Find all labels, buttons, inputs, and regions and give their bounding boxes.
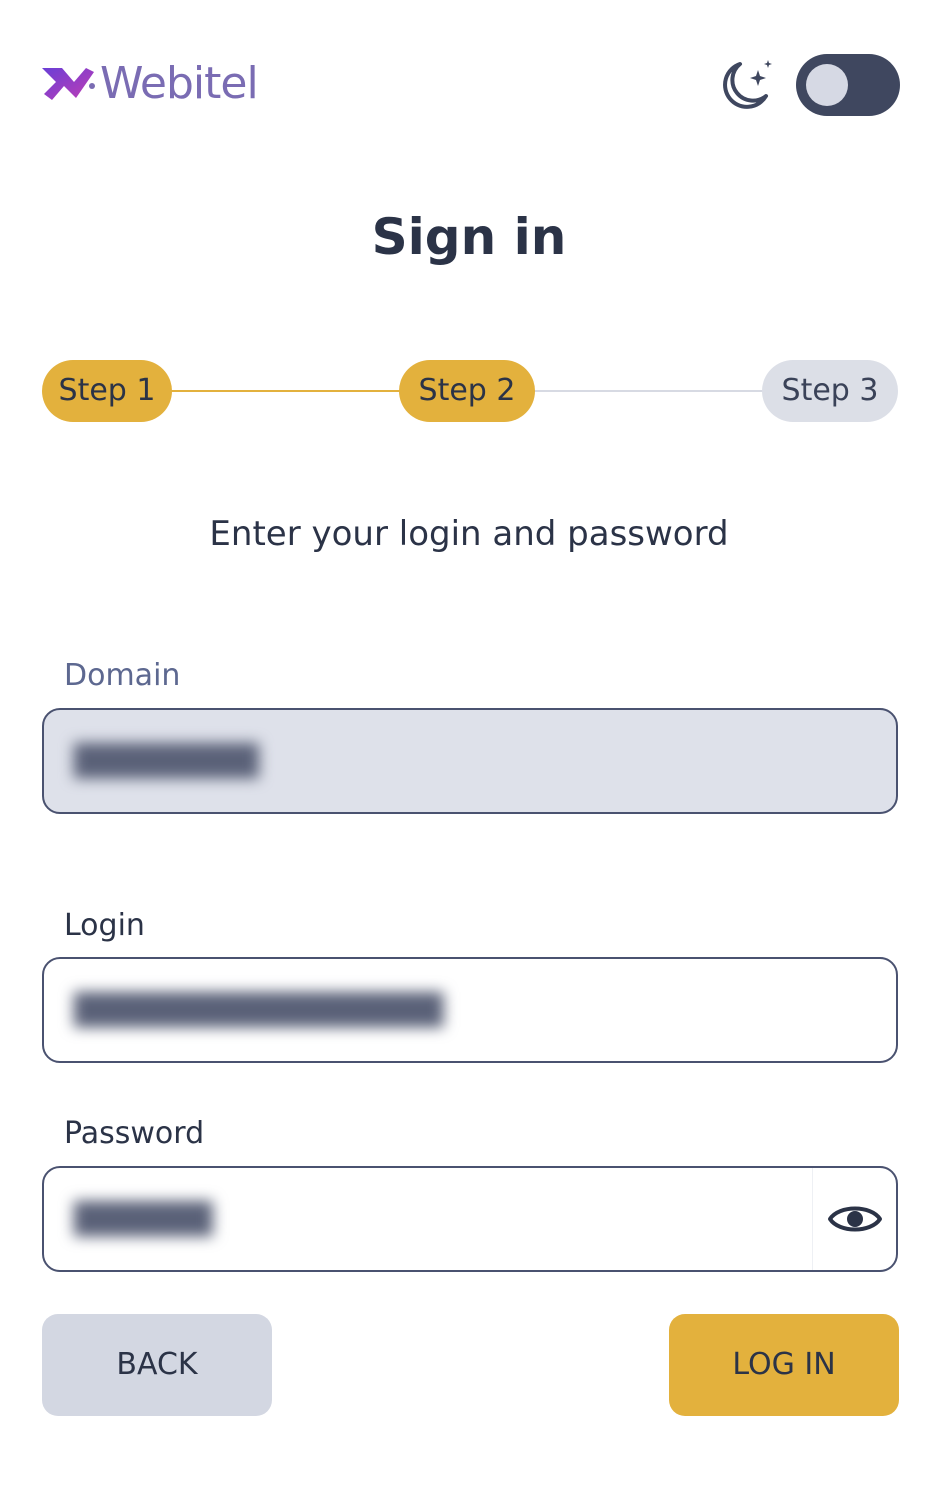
brand-name: Webitel [100,58,259,109]
theme-toggle[interactable] [796,54,900,116]
stepper: Step 1 Step 2 Step 3 [42,360,898,422]
form-instructions: Enter your login and password [209,514,729,554]
step-2-badge: Step 2 [399,360,535,422]
domain-value: ████████ [74,744,259,779]
step-connector [162,390,432,392]
eye-icon [827,1206,882,1232]
moon-stars-icon[interactable] [716,56,776,116]
back-button[interactable]: BACK [42,1314,272,1416]
step-connector [522,390,772,392]
brand-logo: Webitel [40,58,259,109]
domain-field[interactable]: ████████ [42,708,898,814]
login-field[interactable]: ████████████████ [42,957,898,1063]
password-value: ██████ [74,1202,213,1237]
domain-label: Domain [64,658,181,693]
webitel-logo-icon [42,68,95,100]
password-label: Password [64,1116,205,1151]
login-label: Login [64,908,145,943]
header: Webitel [0,0,938,170]
login-value: ████████████████ [74,993,444,1028]
step-3-badge: Step 3 [762,360,898,422]
log-in-button[interactable]: LOG IN [669,1314,899,1416]
password-field[interactable]: ██████ [42,1166,898,1272]
toggle-knob [806,64,848,106]
step-1-badge: Step 1 [42,360,172,422]
show-password-button[interactable] [812,1168,896,1270]
page-title: Sign in [371,208,567,266]
